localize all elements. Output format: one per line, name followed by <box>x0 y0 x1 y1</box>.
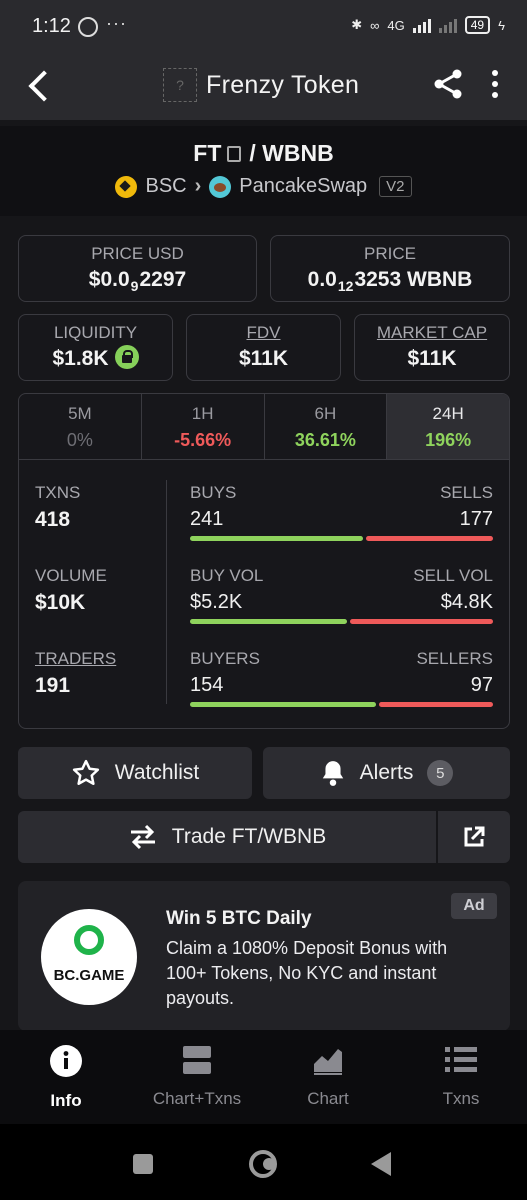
tab-6h[interactable]: 6H 36.61% <box>265 394 388 459</box>
status-time: 1:12 <box>32 15 71 37</box>
tab-5m[interactable]: 5M 0% <box>19 394 142 459</box>
sellers-value: 97 <box>470 674 493 696</box>
more-notifications-icon: ··· <box>106 13 127 33</box>
nav-chart-txns[interactable]: Chart+Txns <box>137 1044 257 1109</box>
buys-bar <box>190 536 363 541</box>
market-cap-value: $11K <box>407 347 457 370</box>
link-icon: ∞ <box>370 17 380 33</box>
sells-value: 177 <box>459 508 493 530</box>
token-logo-placeholder: ? <box>163 68 197 102</box>
signal-icon <box>412 17 431 33</box>
buyers-label: BUYERS <box>190 649 260 668</box>
back-triangle-icon[interactable] <box>369 1151 393 1177</box>
more-menu-icon[interactable] <box>490 70 500 98</box>
page-title: Frenzy Token <box>206 71 360 99</box>
volume-value: $10K <box>35 591 86 614</box>
sells-bar <box>366 536 493 541</box>
nav-chart[interactable]: Chart <box>268 1044 388 1109</box>
sell-vol-value: $4.8K <box>440 591 493 613</box>
sells-label: SELLS <box>440 483 493 502</box>
bsc-icon <box>115 175 138 198</box>
bcgame-logo <box>41 909 137 1005</box>
txns-label: TXNS <box>35 483 81 502</box>
alerts-count-badge: 5 <box>427 760 454 786</box>
split-view-icon <box>183 1046 211 1074</box>
charging-icon: ϟ <box>498 17 505 33</box>
recents-icon[interactable] <box>133 1154 153 1174</box>
chevron-right-icon: › <box>194 175 202 197</box>
stats-divider <box>166 480 167 704</box>
liquidity-card: LIQUIDITY $1.8K <box>18 314 173 381</box>
bcgame-logo-mark-icon <box>74 925 104 955</box>
txns-value: 418 <box>35 508 71 531</box>
traders-value: 191 <box>35 674 71 697</box>
ad-brand: BC.GAME <box>53 967 125 984</box>
volume-label: VOLUME <box>35 566 107 585</box>
chain-dex-row: BSC › PancakeSwap V2 <box>0 175 527 198</box>
trade-button[interactable]: Trade FT/WBNB <box>18 811 436 863</box>
pair-title: FT / WBNB <box>193 140 334 166</box>
buyers-value: 154 <box>190 674 224 696</box>
version-badge: V2 <box>379 176 412 197</box>
copy-icon[interactable] <box>227 146 242 162</box>
tab-24h[interactable]: 24H 196% <box>387 394 509 459</box>
buy-vol-label: BUY VOL <box>190 566 264 585</box>
share-icon[interactable] <box>432 68 464 100</box>
buy-vol-value: $5.2K <box>190 591 243 613</box>
network-type: 4G <box>387 17 405 33</box>
area-chart-icon <box>314 1049 342 1075</box>
sellers-label: SELLERS <box>416 649 493 668</box>
ad-title: Win 5 BTC Daily <box>166 908 312 929</box>
buyers-bar <box>190 702 376 707</box>
sellers-bar <box>379 702 493 707</box>
signal-2-icon <box>438 17 457 33</box>
price-usd-card: PRICE USD $0.092297 <box>18 235 257 302</box>
external-link-button[interactable] <box>438 811 510 863</box>
buys-value: 241 <box>190 508 224 530</box>
stats-panel: 5M 0% 1H -5.66% 6H 36.61% 24H 196% TXNS 418 … <box>18 393 510 729</box>
fdv-value: $11K <box>238 347 289 370</box>
buy-vol-bar <box>190 619 347 624</box>
dex-name[interactable]: PancakeSwap <box>239 175 367 198</box>
ad-tag: Ad <box>451 893 497 919</box>
price-native-card: PRICE 0.0123253 WBNB <box>270 235 510 302</box>
status-icons: ✱ ∞ 4G 49 ϟ <box>351 16 505 34</box>
buys-label: BUYS <box>190 483 237 502</box>
ad-body: Claim a 1080% Deposit Bonus with 100+ To… <box>166 938 448 1008</box>
nav-info[interactable]: Info <box>6 1044 126 1111</box>
market-cap-card[interactable]: MARKET CAP $11K <box>354 314 510 381</box>
chain-name[interactable]: BSC <box>145 175 186 198</box>
price-usd-value: $0.092297 <box>88 268 187 294</box>
alerts-button[interactable]: Alerts 5 <box>263 747 510 799</box>
whatsapp-icon <box>78 17 98 37</box>
watchlist-button[interactable]: Watchlist <box>18 747 252 799</box>
fdv-card[interactable]: FDV $11K <box>186 314 341 381</box>
external-link-icon <box>464 826 485 847</box>
swap-arrows-icon <box>130 824 155 850</box>
pancakeswap-icon <box>209 175 232 198</box>
sell-vol-label: SELL VOL <box>413 566 493 585</box>
timeframe-tabs: 5M 0% 1H -5.66% 6H 36.61% 24H 196% <box>19 394 509 460</box>
lock-icon[interactable] <box>114 345 139 370</box>
bell-icon <box>322 761 343 786</box>
nav-txns[interactable]: Txns <box>401 1044 521 1109</box>
quote-symbol: WBNB <box>262 140 334 166</box>
traders-label[interactable]: TRADERS <box>35 649 116 669</box>
liquidity-value: $1.8K <box>52 347 109 370</box>
info-icon <box>50 1045 82 1077</box>
base-symbol: FT <box>193 140 222 166</box>
tab-1h[interactable]: 1H -5.66% <box>142 394 265 459</box>
home-dot-icon <box>263 1158 275 1170</box>
star-icon <box>72 759 99 785</box>
battery-icon: 49 <box>464 16 491 34</box>
bluetooth-icon: ✱ <box>351 17 363 32</box>
sell-vol-bar <box>350 619 493 624</box>
price-native-value: 0.0123253 WBNB <box>307 268 473 294</box>
list-icon <box>445 1047 477 1072</box>
